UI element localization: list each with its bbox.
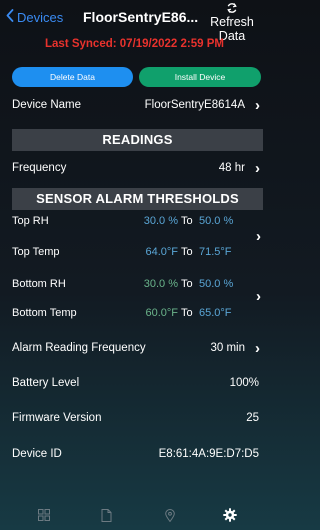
threshold-to-label: To xyxy=(181,215,193,227)
threshold-row-top-temp: Top Temp 64.0°F To 71.5°F xyxy=(0,246,269,260)
chevron-right-icon: › xyxy=(255,96,260,114)
threshold-row-bottom-temp: Bottom Temp 60.0°F To 65.0°F xyxy=(0,307,269,321)
device-id-row: Device ID E8:61:4A:9E:D7:D5 xyxy=(0,446,269,462)
threshold-to-label: To xyxy=(181,278,193,290)
chevron-right-icon: › xyxy=(255,159,260,177)
threshold-low-value: 30.0 % xyxy=(143,215,178,227)
threshold-label: Bottom RH xyxy=(12,278,66,290)
location-pin-icon[interactable] xyxy=(160,505,180,525)
threshold-label: Top RH xyxy=(12,215,49,227)
chevron-right-icon: › xyxy=(255,339,260,357)
threshold-high-value: 71.5°F xyxy=(199,246,232,258)
install-device-button[interactable]: Install Device xyxy=(139,67,261,87)
threshold-label: Bottom Temp xyxy=(12,307,77,319)
firmware-version-row: Firmware Version 25 xyxy=(0,410,269,426)
device-id-label: Device ID xyxy=(12,448,62,460)
threshold-low-value: 30.0 % xyxy=(143,278,178,290)
chevron-right-icon[interactable]: › xyxy=(256,228,261,245)
device-name-row[interactable]: Device Name FloorSentryE8614A › xyxy=(0,96,269,114)
last-synced-status: Last Synced: 07/19/2022 2:59 PM xyxy=(45,38,224,50)
threshold-row-bottom-rh: Bottom RH 30.0 % To 50.0 % xyxy=(0,278,269,292)
frequency-value: 48 hr xyxy=(218,162,245,174)
threshold-row-top-rh: Top RH 30.0 % To 50.0 % xyxy=(0,215,269,229)
tab-bar xyxy=(0,500,269,530)
threshold-low-value: 60.0°F xyxy=(145,307,178,319)
back-button[interactable]: Devices xyxy=(6,9,63,25)
threshold-high-value: 50.0 % xyxy=(199,278,234,290)
header: Devices FloorSentryE86... Refresh Data L… xyxy=(0,0,269,58)
grid-icon[interactable] xyxy=(34,505,54,525)
battery-level-value: 100% xyxy=(229,377,259,389)
frequency-label: Frequency xyxy=(12,162,67,174)
chevron-right-icon[interactable]: › xyxy=(256,288,261,305)
battery-level-row: Battery Level 100% xyxy=(0,375,269,391)
threshold-to-label: To xyxy=(181,246,193,258)
refresh-icon xyxy=(227,3,237,13)
page-title: FloorSentryE86... xyxy=(83,9,199,25)
threshold-to-label: To xyxy=(181,307,193,319)
frequency-row[interactable]: Frequency 48 hr › xyxy=(0,159,269,177)
gear-icon[interactable] xyxy=(220,505,240,525)
readings-section-heading: READINGS xyxy=(12,129,263,151)
firmware-version-value: 25 xyxy=(246,412,259,424)
device-id-value: E8:61:4A:9E:D7:D5 xyxy=(158,448,259,460)
delete-data-button[interactable]: Delete Data xyxy=(12,67,133,87)
thresholds-section-heading: SENSOR ALARM THRESHOLDS xyxy=(12,188,263,210)
device-name-value: FloorSentryE8614A xyxy=(144,99,245,111)
firmware-version-label: Firmware Version xyxy=(12,412,102,424)
threshold-low-value: 64.0°F xyxy=(145,246,178,258)
threshold-high-value: 65.0°F xyxy=(199,307,232,319)
chevron-left-icon xyxy=(6,9,14,25)
threshold-high-value: 50.0 % xyxy=(199,215,234,227)
alarm-reading-frequency-row[interactable]: Alarm Reading Frequency 30 min › xyxy=(0,339,269,357)
threshold-label: Top Temp xyxy=(12,246,60,258)
device-name-label: Device Name xyxy=(12,99,82,111)
back-label: Devices xyxy=(17,9,64,25)
alarm-reading-frequency-label: Alarm Reading Frequency xyxy=(12,342,146,354)
battery-level-label: Battery Level xyxy=(12,377,80,389)
alarm-reading-frequency-value: 30 min xyxy=(210,342,245,354)
refresh-data-button[interactable]: Refresh Data xyxy=(199,2,265,43)
document-icon[interactable] xyxy=(96,505,116,525)
